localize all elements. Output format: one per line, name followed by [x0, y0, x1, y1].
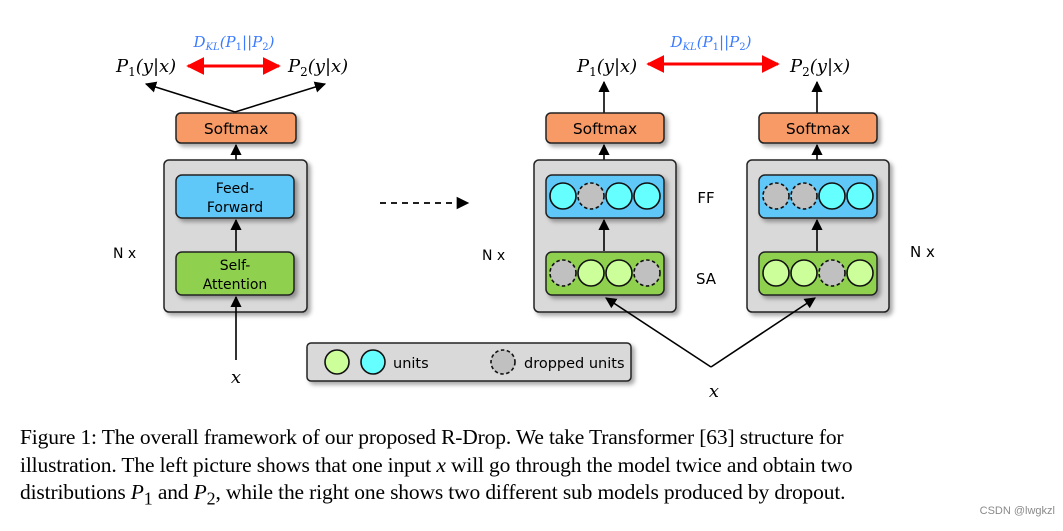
- sa-label: SA: [696, 270, 717, 288]
- n-times-label: N x: [113, 246, 136, 262]
- caption-line-1: Figure 1: The overall framework of our p…: [20, 425, 844, 449]
- submodel-2-sa-unit-2: [790, 259, 818, 287]
- submodel-2-ff-dropped-unit-1: [762, 182, 790, 210]
- p1-distribution-label: P1(y|x): [115, 56, 176, 79]
- left-panel: DKL(P1||P2) P1(y|x) P2(y|x) Softmax Feed…: [113, 33, 348, 388]
- submodel-2-ff-dropped-unit-2: [790, 182, 818, 210]
- submodel-1-sa-unit-2: [577, 259, 605, 287]
- softmax-block-submodel-2: Softmax: [758, 112, 878, 144]
- submodel-1-sa-dropped-unit-4: [633, 259, 661, 287]
- svg-text:Softmax: Softmax: [786, 120, 850, 138]
- caption-math-p2: P: [193, 480, 207, 504]
- submodel-2-ff-unit-4: [846, 182, 874, 210]
- caption-text: illustration. The left picture shows tha…: [20, 452, 437, 477]
- submodel-2-sa-dropped-unit-3: [818, 259, 846, 287]
- p2-distribution-label-right: P2(y|x): [789, 56, 850, 79]
- feed-forward-block: Feed- Forward: [175, 174, 295, 219]
- figure-caption: Figure 1: The overall framework of our p…: [20, 424, 1050, 513]
- caption-text: and: [152, 480, 194, 504]
- svg-text:Attention: Attention: [203, 277, 268, 293]
- caption-math-p1: P: [130, 480, 144, 504]
- svg-text:Self-: Self-: [220, 258, 251, 274]
- p2-distribution-label: P2(y|x): [287, 56, 348, 79]
- svg-text:Feed-: Feed-: [216, 181, 254, 197]
- caption-line-2: illustration. The left picture shows tha…: [20, 452, 1050, 480]
- svg-text:Softmax: Softmax: [573, 120, 637, 138]
- kl-divergence-label-right: DKL(P1||P2): [670, 33, 752, 53]
- submodel-2-sa-unit-1: [762, 259, 790, 287]
- n-times-label-right: N x: [910, 243, 935, 261]
- arrow-softmax-to-p1: [144, 81, 236, 113]
- submodel-1-sa-unit-3: [605, 259, 633, 287]
- softmax-block: Softmax: [175, 112, 297, 144]
- kl-divergence-label: DKL(P1||P2): [193, 33, 275, 53]
- n-times-label-left: N x: [482, 248, 505, 264]
- submodel-1-ff-unit-3: [605, 182, 633, 210]
- input-x-label-right: x: [709, 381, 719, 402]
- legend: units dropped units: [306, 342, 632, 382]
- p1-distribution-label-right: P1(y|x): [576, 56, 637, 79]
- caption-text: will go through the model twice and obta…: [445, 452, 853, 477]
- softmax-block-submodel-1: Softmax: [545, 112, 665, 144]
- submodel-1-ff-unit-1: [549, 182, 577, 210]
- caption-math-sub1: 1: [143, 488, 153, 509]
- caption-math-x: x: [436, 452, 446, 477]
- svg-text:Forward: Forward: [207, 200, 263, 216]
- ff-label: FF: [697, 189, 714, 207]
- self-attention-block: Self- Attention: [175, 251, 295, 296]
- submodel-1-ff-unit-4: [633, 182, 661, 210]
- r-drop-framework-diagram: DKL(P1||P2) P1(y|x) P2(y|x) Softmax Feed…: [113, 33, 935, 402]
- watermark: CSDN @lwgkzl: [979, 505, 1055, 517]
- submodel-1-ff-dropped-unit-2: [577, 182, 605, 210]
- submodel-2-ff-unit-3: [818, 182, 846, 210]
- caption-text: , while the right one shows two differen…: [215, 480, 846, 504]
- caption-line-3: distributions P1 and P2, while the right…: [20, 479, 1050, 513]
- arrow-softmax-to-p2: [234, 81, 327, 113]
- svg-text:Softmax: Softmax: [204, 120, 268, 138]
- legend-sa-unit: [324, 349, 350, 375]
- submodel-1-sa-dropped-unit-1: [549, 259, 577, 287]
- submodel-2-sa-unit-4: [846, 259, 874, 287]
- legend-ff-unit: [360, 349, 386, 375]
- caption-text: distributions: [20, 480, 131, 504]
- legend-units-label: units: [393, 356, 429, 372]
- legend-dropped-unit: [490, 349, 516, 375]
- legend-dropped-label: dropped units: [524, 356, 625, 372]
- input-x-label: x: [231, 367, 241, 388]
